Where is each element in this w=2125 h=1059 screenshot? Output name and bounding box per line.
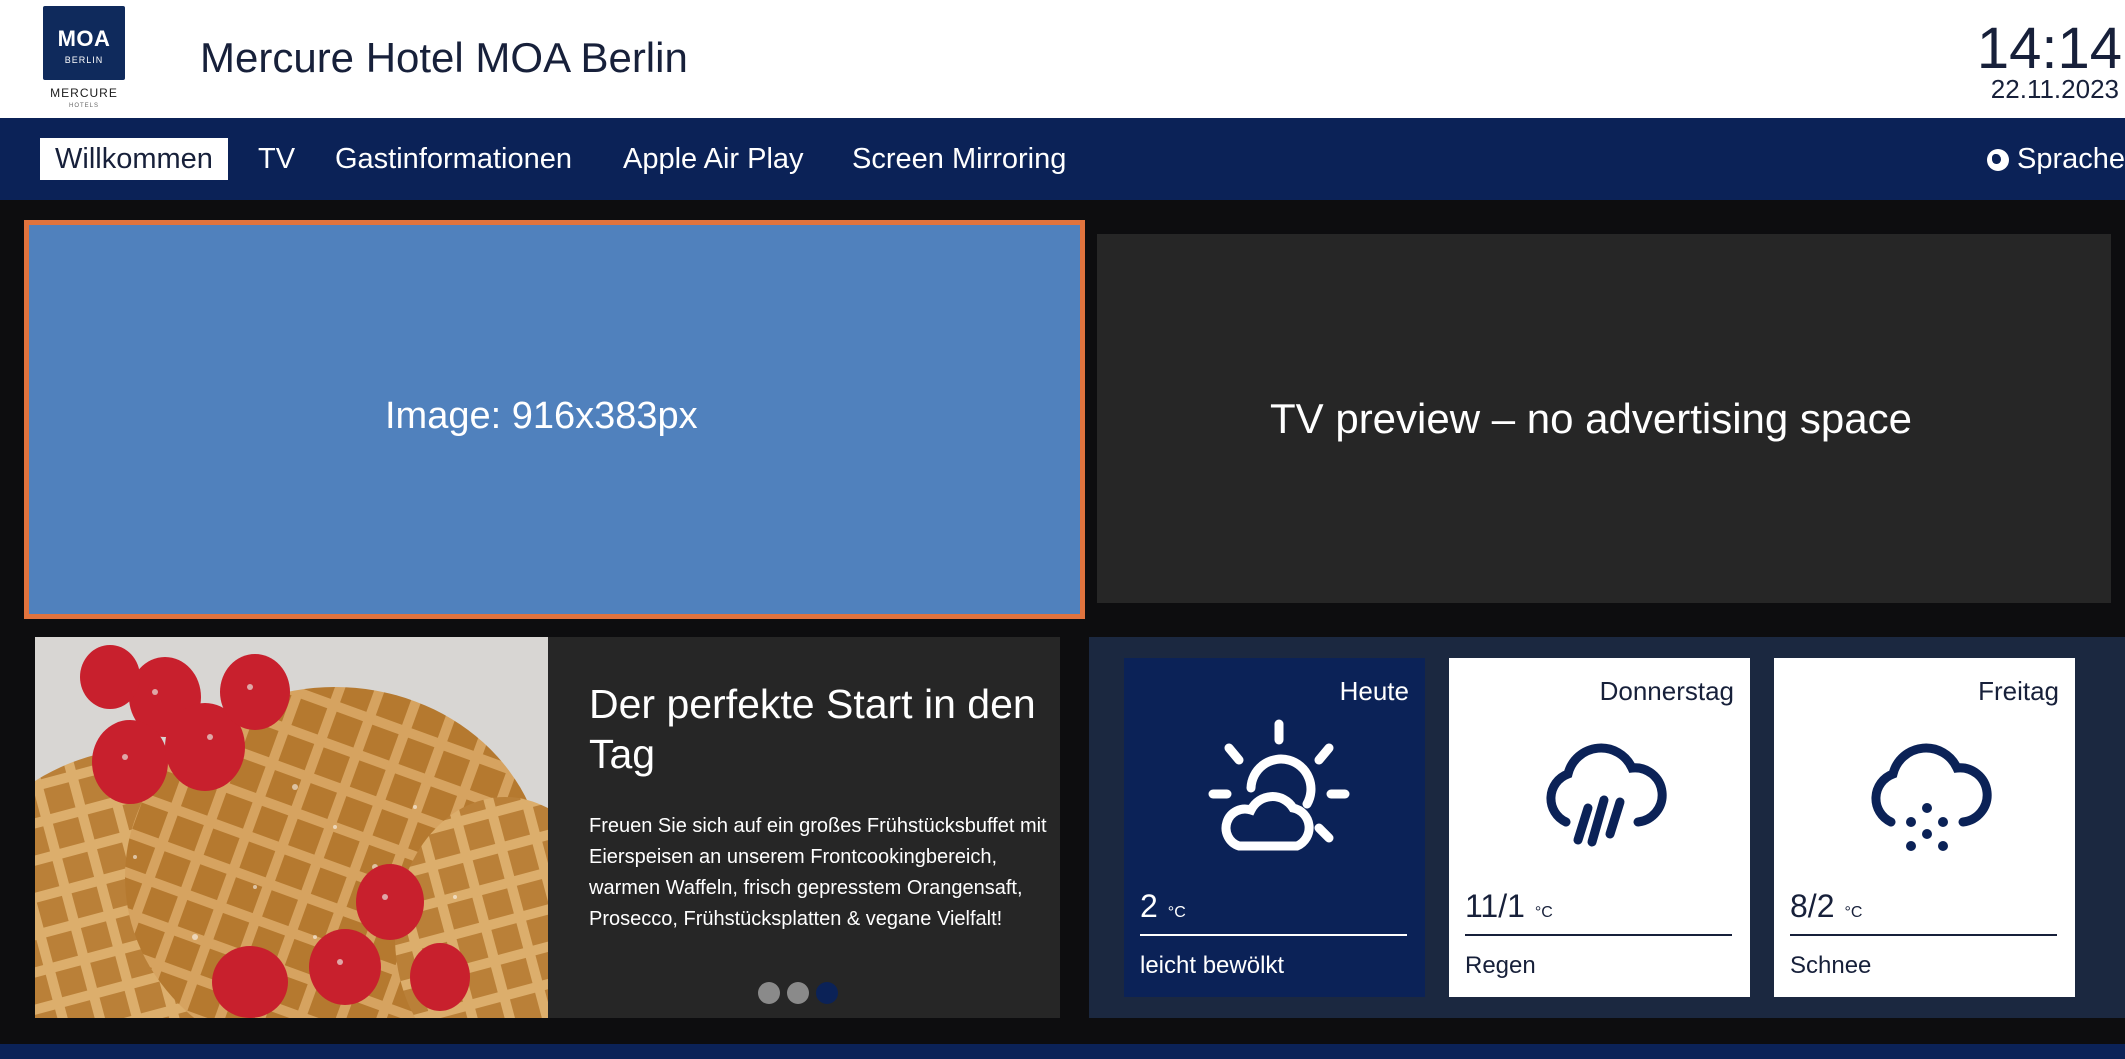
waffle-image	[35, 637, 548, 1018]
weather-condition: Regen	[1465, 952, 1536, 979]
weather-card-thursday: Donnerstag 11/1 °C Regen	[1449, 658, 1750, 997]
weather-panel: Heute 2 °C leicht bewölkt Donnerstag 11/…	[1089, 637, 2125, 1018]
logo-brand-sub-text: HOTELS	[68, 103, 99, 109]
image-placeholder-label: Image: 916x383px	[385, 395, 698, 437]
nav-item-tv[interactable]: TV	[243, 138, 310, 180]
bottom-bar	[0, 1044, 2125, 1059]
promo-panel[interactable]: Der perfekte Start in den Tag Freuen Sie…	[35, 637, 1060, 1018]
hotel-name: Mercure Hotel MOA Berlin	[200, 34, 688, 81]
logo-sub-text: BERLIN	[64, 55, 104, 65]
weather-condition: leicht bewölkt	[1140, 952, 1285, 979]
logo-main-text: MOA	[57, 26, 111, 51]
language-label: Sprache	[2016, 143, 2125, 175]
snow-cloud-icon	[1871, 743, 1992, 851]
language-selector[interactable]: Sprache	[1986, 138, 2125, 180]
weather-temp: 8/2 °C	[1790, 888, 1863, 924]
weather-card-today: Heute 2 °C leicht bewölkt	[1124, 658, 1425, 997]
weather-condition: Schnee	[1790, 952, 1872, 979]
globe-icon	[1986, 149, 2009, 171]
rain-cloud-icon	[1546, 743, 1667, 847]
carousel-dot-3-active[interactable]	[816, 982, 838, 1004]
nav-item-willkommen[interactable]: Willkommen	[40, 138, 228, 180]
weather-divider	[1140, 934, 1407, 936]
tv-preview-label: TV preview – no advertising space	[1270, 395, 1912, 442]
weather-day: Donnerstag	[1599, 676, 1734, 706]
hotel-logo: MOA BERLIN MERCURE HOTELS	[43, 6, 125, 112]
weather-day: Heute	[1339, 676, 1409, 706]
main-nav: Willkommen TV Gastinformationen Apple Ai…	[0, 118, 2125, 200]
nav-item-screen-mirroring[interactable]: Screen Mirroring	[837, 138, 1081, 180]
tv-preview[interactable]: TV preview – no advertising space	[1097, 234, 2111, 603]
weather-day: Freitag	[1978, 676, 2059, 706]
promo-title: Der perfekte Start in den Tag	[589, 681, 1036, 777]
header: MOA BERLIN MERCURE HOTELS Mercure Hotel …	[0, 0, 2125, 118]
image-placeholder[interactable]: Image: 916x383px	[24, 220, 1085, 619]
weather-divider	[1790, 934, 2057, 936]
carousel-dot-2[interactable]	[787, 982, 809, 1004]
weather-divider	[1465, 934, 1732, 936]
clock-date: 22.11.2023	[1990, 74, 2119, 104]
carousel-dot-1[interactable]	[758, 982, 780, 1004]
weather-temp: 11/1 °C	[1465, 888, 1553, 924]
clock-time: 14:14	[1976, 16, 2122, 81]
nav-item-gastinformationen[interactable]: Gastinformationen	[320, 138, 587, 180]
sun-cloud-icon	[1208, 719, 1350, 851]
logo-brand-text: MERCURE	[50, 86, 118, 100]
weather-card-friday: Freitag 8/2 °C Schnee	[1774, 658, 2075, 997]
weather-temp: 2 °C	[1140, 888, 1186, 924]
promo-text: Freuen Sie sich auf ein großes Frühstück…	[589, 815, 1047, 930]
nav-item-apple-air-play[interactable]: Apple Air Play	[608, 138, 819, 180]
